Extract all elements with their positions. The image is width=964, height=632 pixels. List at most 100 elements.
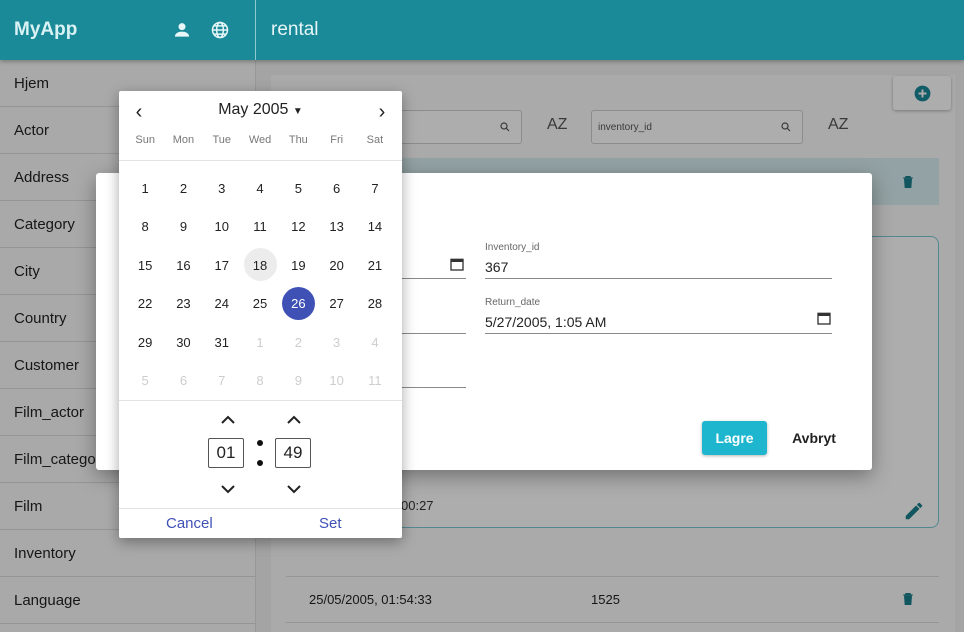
calendar-icon[interactable] <box>816 310 832 326</box>
calendar-day-number: 19 <box>291 257 306 273</box>
month-year-text: May 2005 <box>218 101 289 118</box>
calendar-day: 6 <box>164 362 202 401</box>
hour-down-icon[interactable] <box>218 482 238 496</box>
field-underline <box>400 278 466 279</box>
calendar-icon[interactable] <box>449 256 465 272</box>
weekday-label: Sun <box>135 134 155 146</box>
calendar-day: 3 <box>317 323 355 362</box>
caret-down-icon: ▼ <box>292 106 303 117</box>
calendar-day[interactable]: 27 <box>317 285 355 324</box>
calendar-day: 10 <box>317 362 355 401</box>
calendar-week: 5 6 7 8 9 10 11 <box>126 362 396 401</box>
calendar-day[interactable]: 28 <box>356 285 394 324</box>
day-grid: 1 2 3 4 5 6 7 8 9 10 11 12 13 14 15 16 17 18 19 20 21 22 23 24 2… <box>126 169 396 400</box>
calendar-day[interactable]: 11 <box>241 208 279 247</box>
calendar-day-number: 20 <box>329 257 344 273</box>
calendar-day[interactable]: 19 <box>279 246 317 285</box>
calendar-day[interactable]: 3 <box>203 169 241 208</box>
person-icon[interactable] <box>172 20 192 40</box>
calendar-day-number: 4 <box>371 334 379 350</box>
save-button[interactable]: Lagre <box>702 421 767 455</box>
calendar-day[interactable]: 6 <box>317 169 355 208</box>
calendar-day[interactable]: 4 <box>241 169 279 208</box>
cancel-button[interactable]: Avbryt <box>786 421 842 455</box>
calendar-day-number: 11 <box>368 373 382 389</box>
calendar-day-number: 3 <box>218 180 226 196</box>
picker-cancel-button[interactable]: Cancel <box>166 515 213 532</box>
brand-name: MyApp <box>14 19 78 40</box>
field-underline <box>485 278 832 279</box>
picker-set-button[interactable]: Set <box>319 515 342 532</box>
next-month-icon[interactable]: › <box>370 101 394 123</box>
calendar-day[interactable]: 8 <box>126 208 164 247</box>
minute-up-icon[interactable] <box>284 413 304 427</box>
field-underline <box>400 387 466 388</box>
calendar-day[interactable]: 23 <box>164 285 202 324</box>
calendar-day-number: 16 <box>176 257 191 273</box>
calendar-day-number: 21 <box>367 257 383 273</box>
calendar-day: 9 <box>279 362 317 401</box>
calendar-day[interactable]: 13 <box>317 208 355 247</box>
calendar-day[interactable]: 2 <box>164 169 202 208</box>
calendar-day: 8 <box>241 362 279 401</box>
calendar-day[interactable]: 5 <box>279 169 317 208</box>
calendar-day[interactable]: 15 <box>126 246 164 285</box>
return-date-label: Return_date <box>485 297 541 308</box>
calendar-day[interactable]: 30 <box>164 323 202 362</box>
calendar-day-number: 4 <box>256 180 264 196</box>
calendar-day[interactable]: 10 <box>203 208 241 247</box>
brand: MyApp <box>0 0 256 60</box>
inventory-id-input[interactable]: 367 <box>485 259 508 275</box>
weekday-label: Tue <box>212 134 232 146</box>
calendar-day[interactable]: 9 <box>164 208 202 247</box>
calendar-week: 15 16 17 18 19 20 21 <box>126 246 396 285</box>
calendar-day[interactable]: 22 <box>126 285 164 324</box>
weekday-label: Thu <box>288 134 308 146</box>
prev-month-icon[interactable]: ‹ <box>127 101 151 123</box>
calendar-day-number: 13 <box>329 219 344 235</box>
calendar-day: 2 <box>279 323 317 362</box>
calendar-day[interactable]: 29 <box>126 323 164 362</box>
calendar-day-number: 1 <box>256 334 264 350</box>
calendar-day-number: 3 <box>333 334 341 350</box>
calendar-day-selected[interactable]: 26 <box>279 285 317 324</box>
calendar-day-number: 7 <box>371 180 379 196</box>
calendar-day[interactable]: 31 <box>203 323 241 362</box>
return-date-input[interactable]: 5/27/2005, 1:05 AM <box>485 314 606 330</box>
calendar-day-number: 11 <box>253 219 267 235</box>
calendar-day[interactable]: 1 <box>126 169 164 208</box>
calendar-day[interactable]: 16 <box>164 246 202 285</box>
calendar-day-today[interactable]: 18 <box>241 246 279 285</box>
calendar-day[interactable]: 25 <box>241 285 279 324</box>
calendar-day[interactable]: 21 <box>356 246 394 285</box>
month-year-label[interactable]: May 2005 ▼ <box>119 101 402 119</box>
calendar-day-number: 23 <box>176 296 191 312</box>
calendar-day[interactable]: 14 <box>356 208 394 247</box>
calendar-day[interactable]: 12 <box>279 208 317 247</box>
calendar-day-number: 6 <box>179 373 188 389</box>
calendar-day[interactable]: 17 <box>203 246 241 285</box>
date-picker: May 2005 ▼ ‹ › Sun Mon Tue Wed Thu Fri S… <box>119 91 402 538</box>
time-separator <box>257 440 263 446</box>
calendar-day[interactable]: 7 <box>356 169 394 208</box>
picker-divider <box>119 160 402 161</box>
calendar-day-number: 10 <box>329 373 344 389</box>
minute-input[interactable]: 49 <box>275 438 311 468</box>
calendar-day[interactable]: 20 <box>317 246 355 285</box>
calendar-day: 5 <box>126 362 164 401</box>
calendar-day: 4 <box>356 323 394 362</box>
weekday-label: Mon <box>172 134 195 146</box>
calendar-day-number: 7 <box>218 373 226 389</box>
hour-input[interactable]: 01 <box>208 438 244 468</box>
calendar-day-number: 22 <box>137 296 153 312</box>
calendar-day-number: 24 <box>214 296 229 312</box>
picker-divider <box>119 508 402 509</box>
minute-down-icon[interactable] <box>284 482 304 496</box>
app-header: MyApp rental <box>0 0 964 60</box>
calendar-day-number: 26 <box>291 296 306 312</box>
calendar-day-number: 9 <box>294 373 302 389</box>
calendar-day[interactable]: 24 <box>203 285 241 324</box>
globe-icon[interactable] <box>210 20 230 40</box>
hour-up-icon[interactable] <box>218 413 238 427</box>
time-separator <box>257 460 263 466</box>
